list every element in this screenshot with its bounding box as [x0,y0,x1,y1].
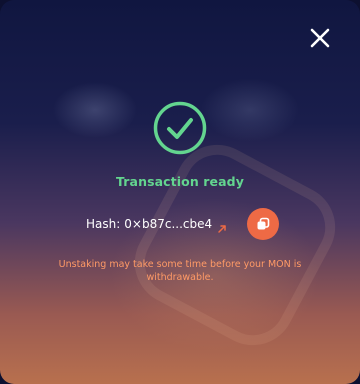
hash-label: Hash: [86,217,121,231]
unstaking-note: Unstaking may take some time before your… [58,259,302,283]
hash-text: Hash: 0×b87c...cbe4 [86,217,212,231]
external-link-icon[interactable] [217,219,227,233]
close-button[interactable] [306,24,334,52]
hash-row: Hash: 0×b87c...cbe4 [86,208,286,240]
hash-value[interactable]: 0×b87c...cbe4 [124,217,212,231]
copy-icon [257,217,270,230]
copy-hash-button[interactable] [247,208,279,240]
check-circle-icon [152,100,208,156]
transaction-modal: Transaction ready Hash: 0×b87c...cbe4 Uns… [0,0,360,384]
background-decoration [120,130,350,360]
close-icon [310,28,330,48]
status-title: Transaction ready [116,174,244,189]
